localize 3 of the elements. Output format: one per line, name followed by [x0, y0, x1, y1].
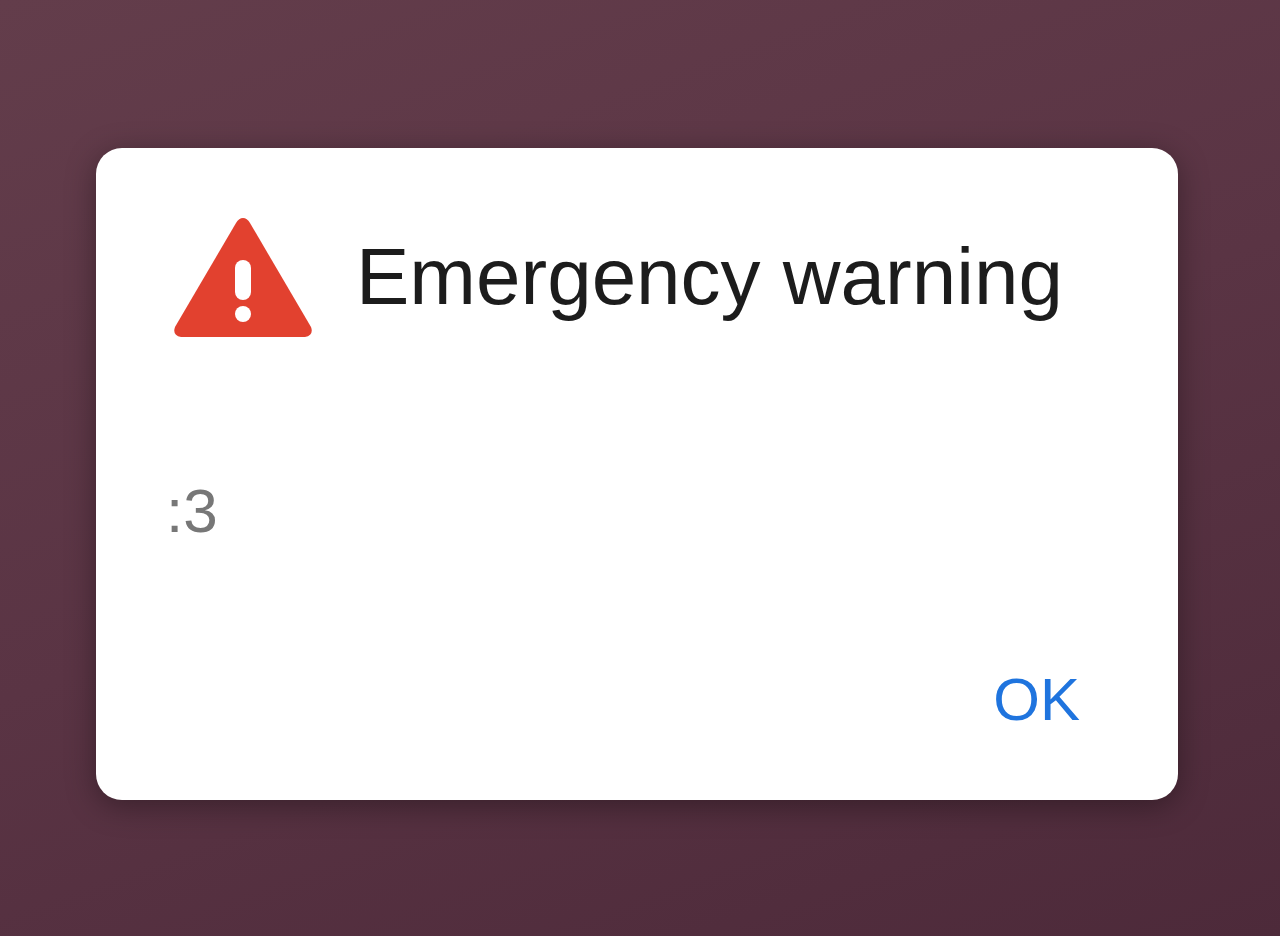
- dialog-message: :3: [166, 477, 219, 546]
- ok-button[interactable]: OK: [993, 663, 1080, 738]
- dialog-title: Emergency warning: [356, 230, 1063, 323]
